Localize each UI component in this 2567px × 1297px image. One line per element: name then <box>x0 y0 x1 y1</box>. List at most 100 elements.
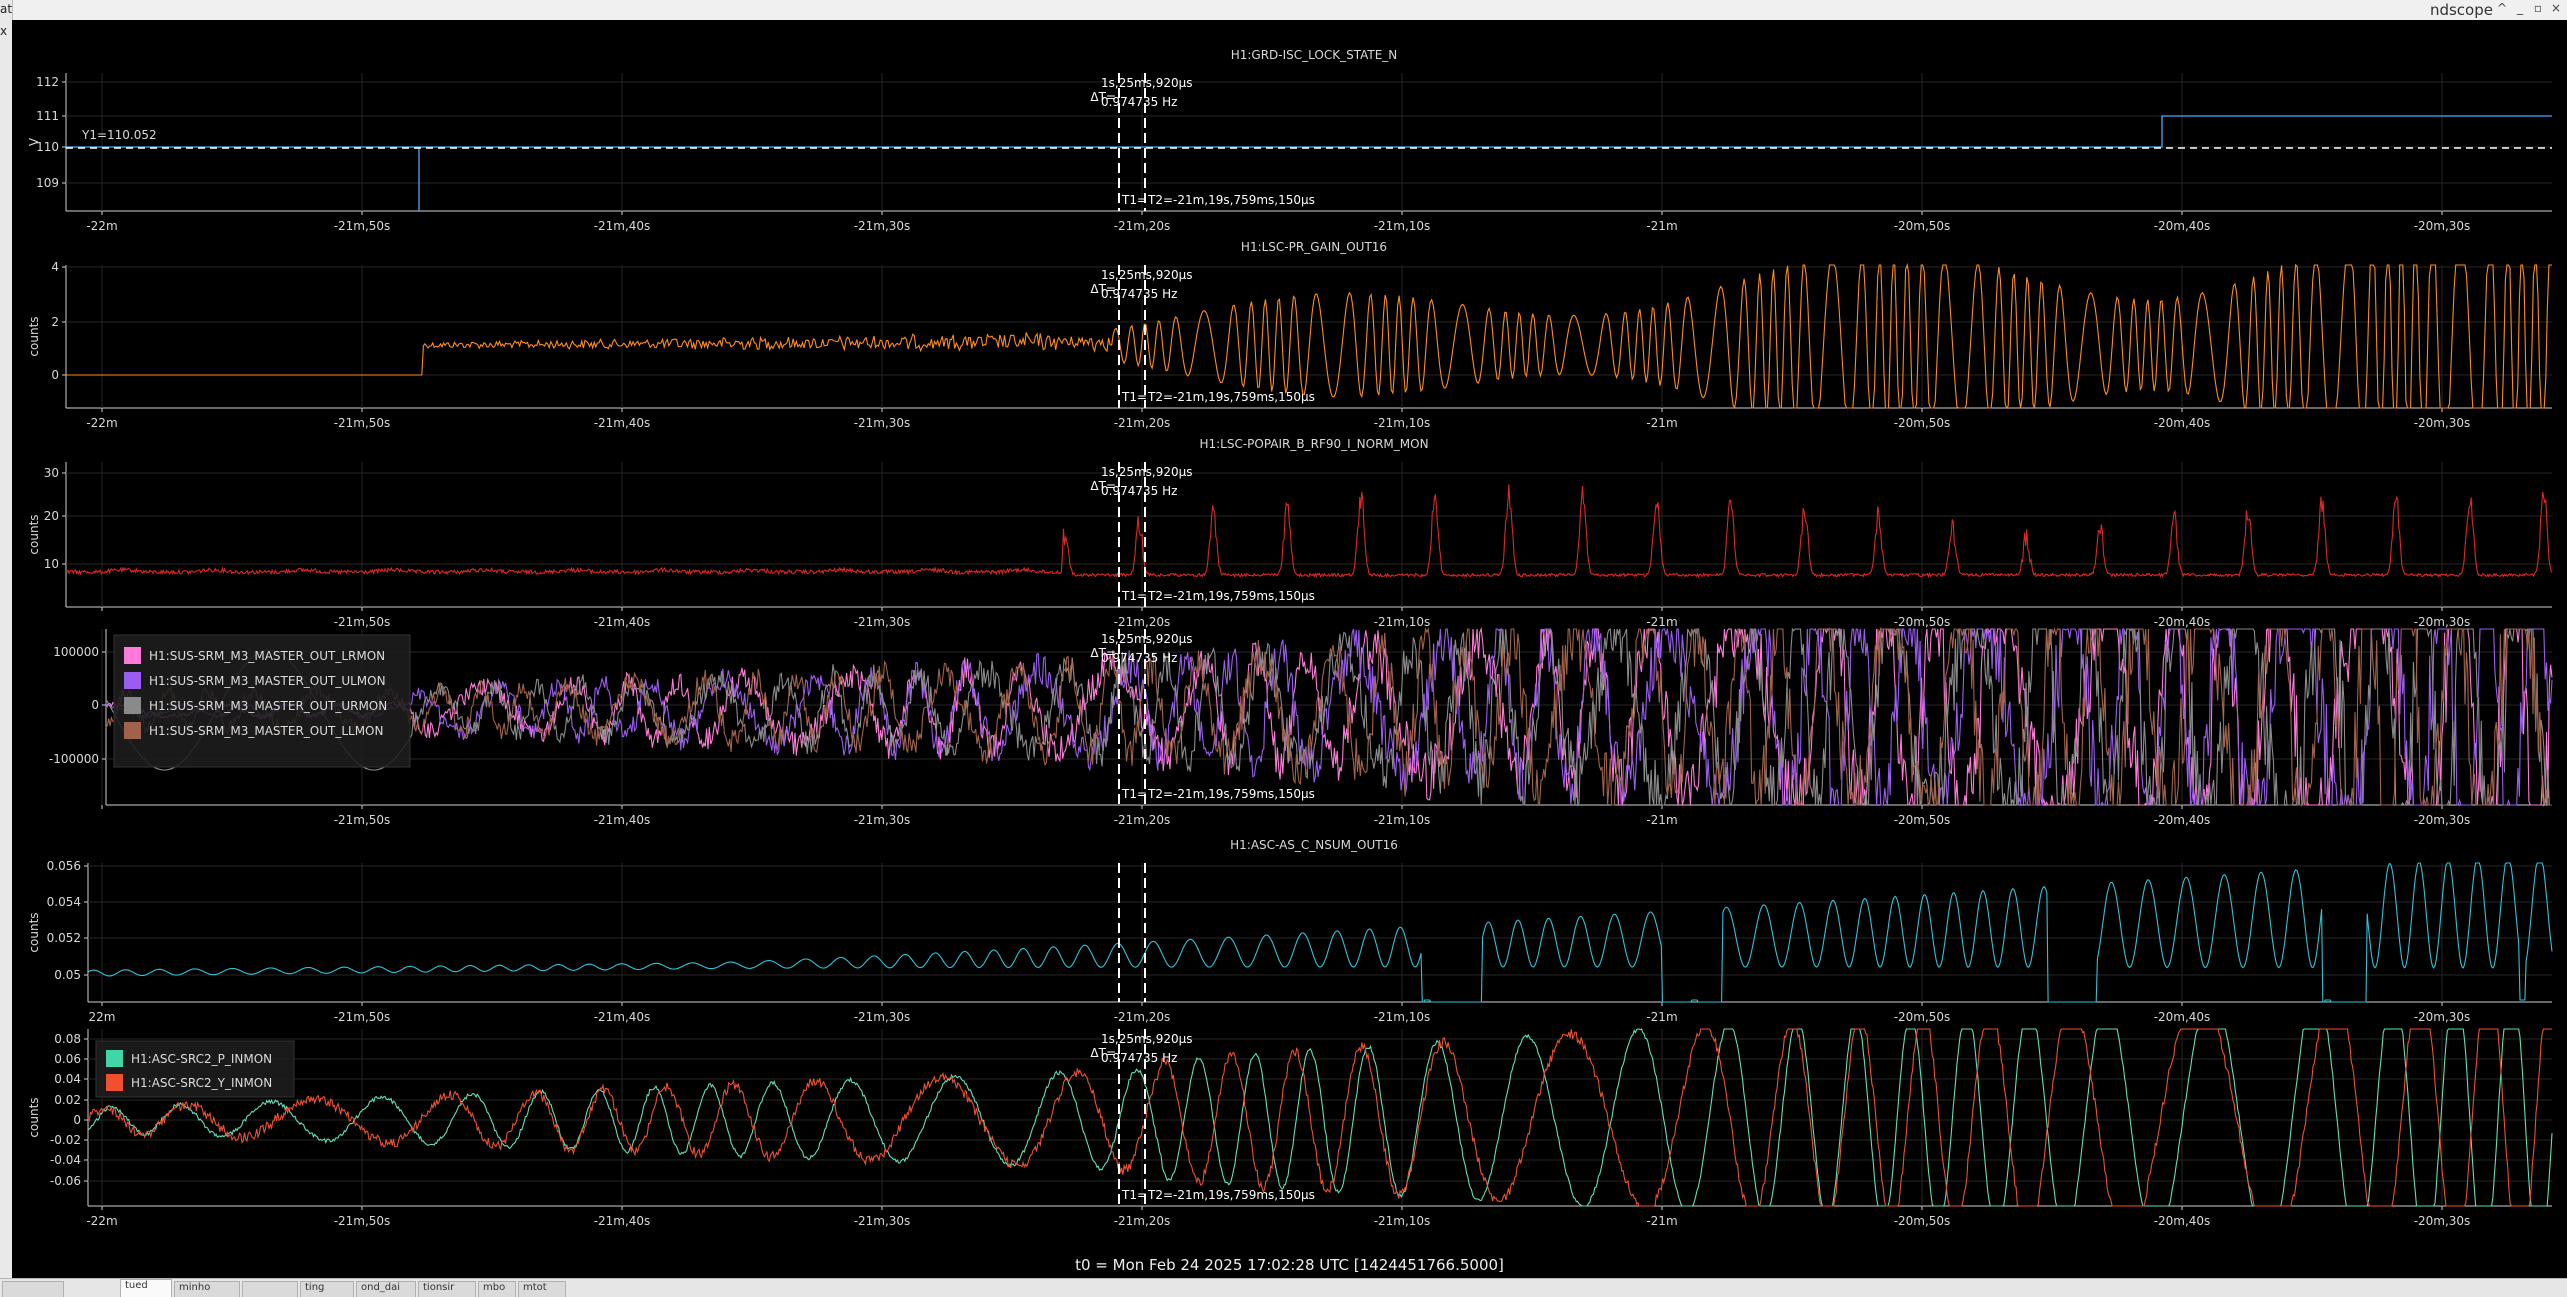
x-tick-label: -20m,40s <box>2154 615 2211 629</box>
x-tick-label: -21m <box>1646 1010 1677 1024</box>
y-tick-label: 0 <box>91 698 99 712</box>
ndscope-plot-area[interactable]: 112 111 110 109 V H1:GRD-ISC_LOCK_STATE_N -22m… <box>12 20 2567 1278</box>
x-tick-label: -21m,30s <box>854 219 911 233</box>
y-axis-label: V <box>27 137 41 146</box>
legend-label: H1:SUS-SRM_M3_MASTER_OUT_LRMON <box>149 649 385 663</box>
x-tick-label: -21m,30s <box>854 416 911 430</box>
y-tick-label: 4 <box>51 260 59 274</box>
y-tick-label: 0.056 <box>47 859 81 873</box>
y-axis-label: counts <box>27 1097 41 1137</box>
x-tick-label: -20m,50s <box>1894 416 1951 430</box>
t1-label: T1= <box>1121 193 1147 207</box>
x-tick-label: -22m <box>86 1214 117 1228</box>
t1-label: T1= <box>1121 390 1147 404</box>
t2-label: T2=-21m,19s,759ms,150μs <box>1147 390 1315 404</box>
x-tick-label: -21m,40s <box>594 1214 651 1228</box>
window-close-button[interactable]: × <box>2547 1 2565 15</box>
x-tick-label: -20m,50s <box>1894 813 1951 827</box>
x-tick-label: -20m,30s <box>2414 416 2471 430</box>
x-tick-label: -20m,40s <box>2154 416 2211 430</box>
x-tick-label: -20m,40s <box>2154 1010 2211 1024</box>
y-tick-label: 2 <box>51 315 59 329</box>
x-tick-label: -20m,30s <box>2414 615 2471 629</box>
legend: H1:SUS-SRM_M3_MASTER_OUT_LRMON H1:SUS-SRM… <box>113 634 411 768</box>
legend-swatch <box>106 1050 123 1067</box>
legend-swatch <box>124 647 141 664</box>
tab[interactable] <box>2 1281 64 1297</box>
trace-srm-3 <box>105 626 2552 807</box>
delta-t-value: 1s,25ms,920μs <box>1101 76 1193 90</box>
legend-label: H1:SUS-SRM_M3_MASTER_OUT_ULMON <box>149 674 386 688</box>
window-minimize-button[interactable]: _ <box>2511 1 2529 15</box>
x-tick-label: -21m <box>1646 1214 1677 1228</box>
delta-t-value: 1s,25ms,920μs <box>1101 632 1193 646</box>
x-tick-label: 22m <box>89 1010 116 1024</box>
x-tick-label: -20m,50s <box>1894 615 1951 629</box>
t1-label: T1= <box>1121 1188 1147 1202</box>
legend-label: H1:SUS-SRM_M3_MASTER_OUT_LLMON <box>149 724 383 738</box>
x-tick-label: -21m,40s <box>594 416 651 430</box>
x-tick-label: -21m,50s <box>334 813 391 827</box>
y-tick-label: 0 <box>73 1113 81 1127</box>
y-tick-label: -0.06 <box>50 1174 81 1188</box>
window-collapse-button[interactable]: ^ <box>2493 1 2511 15</box>
y-tick-label: -0.04 <box>50 1153 81 1167</box>
x-tick-label: -21m,50s <box>334 416 391 430</box>
x-tick-label: -21m,40s <box>594 1010 651 1024</box>
y-tick-label: 112 <box>36 75 59 89</box>
x-tick-label: -20m,30s <box>2414 1214 2471 1228</box>
delta-t-value: 1s,25ms,920μs <box>1101 1032 1193 1046</box>
delta-t-frequency: 0.974735 Hz <box>1101 651 1177 665</box>
plot-panel[interactable]: 4 2 0 counts H1:LSC-PR_GAIN_OUT16 -22m -21m,50… <box>27 240 2552 430</box>
x-tick-label: -20m,40s <box>2154 1214 2211 1228</box>
x-tick-label: -20m,40s <box>2154 813 2211 827</box>
plot-panel[interactable]: 0.056 0.054 0.052 0.05 counts H1:ASC-AS_C_NSU… <box>27 838 2553 1024</box>
window-maximize-button[interactable]: ▫ <box>2529 1 2547 15</box>
x-tick-label: -20m,30s <box>2414 813 2471 827</box>
tab[interactable]: ond_dai <box>356 1281 416 1297</box>
x-tick-label: -21m,10s <box>1374 615 1431 629</box>
x-tick-label: -21m,40s <box>594 219 651 233</box>
x-tick-label: -21m,10s <box>1374 813 1431 827</box>
x-tick-label: -22m <box>86 219 117 233</box>
panel-title: H1:LSC-POPAIR_B_RF90_I_NORM_MON <box>1199 437 1428 451</box>
x-tick-label: -21m,10s <box>1374 219 1431 233</box>
t2-label: T2=-21m,19s,759ms,150μs <box>1147 193 1315 207</box>
x-tick-label: -21m,30s <box>854 1214 911 1228</box>
legend-label: H1:SUS-SRM_M3_MASTER_OUT_URMON <box>149 699 387 713</box>
plot-panel[interactable]: 112111110109VH1:GRD-ISC_LOCK_STATE_N-22m… <box>27 48 2552 233</box>
x-tick-label: -21m,50s <box>334 1214 391 1228</box>
tab[interactable]: tued <box>120 1279 172 1297</box>
plot-panel[interactable]: 100000 0 -100000 -21m,50s -21m,40s -21m,30s -2… <box>49 626 2553 827</box>
delta-t-frequency: 0.974735 Hz <box>1101 95 1177 109</box>
y-tick-label: 0.06 <box>54 1052 81 1066</box>
x-tick-label: -21m,30s <box>854 1010 911 1024</box>
trace-popair-rf90 <box>65 484 2553 578</box>
x-tick-label: -20m,50s <box>1894 1010 1951 1024</box>
y-tick-label: 0 <box>51 368 59 382</box>
window-titlebar: ndscope ^ _ ▫ × <box>0 0 2567 21</box>
y-tick-label: 0.04 <box>54 1072 81 1086</box>
tab[interactable]: mtot <box>518 1281 566 1297</box>
x-tick-label: -21m,10s <box>1374 1010 1431 1024</box>
t0-label: t0 = Mon Feb 24 2025 17:02:28 UTC [14244… <box>1075 1256 1504 1274</box>
plots-canvas[interactable]: 112111110109VH1:GRD-ISC_LOCK_STATE_N-22m… <box>12 20 2567 1256</box>
plot-panel[interactable]: 30 20 10counts H1:LSC-POPAIR_B_RF90_I_NORM_… <box>27 437 2553 629</box>
tab[interactable]: mbo <box>478 1281 516 1297</box>
x-tick-label: -21m,20s <box>1114 1010 1171 1024</box>
tab[interactable]: minho <box>174 1281 240 1297</box>
tab[interactable]: tionsir <box>418 1281 476 1297</box>
delta-t-frequency: 0.974735 Hz <box>1101 484 1177 498</box>
x-tick-label: -22m <box>86 416 117 430</box>
tab[interactable]: ting <box>300 1281 354 1297</box>
plot-panel[interactable]: 0.08 0.06 0.04 0.02 0 -0.02 -0.04 -0.06 counts -2… <box>27 1028 2553 1228</box>
x-tick-label: -21m <box>1646 219 1677 233</box>
panel-title: H1:LSC-PR_GAIN_OUT16 <box>1241 240 1387 254</box>
tab[interactable] <box>242 1281 298 1297</box>
y-tick-label: 20 <box>44 509 59 523</box>
x-tick-label: -21m,30s <box>854 615 911 629</box>
legend-swatch <box>124 722 141 739</box>
delta-t-frequency: 0.974735 Hz <box>1101 287 1177 301</box>
legend-label: H1:ASC-SRC2_Y_INMON <box>131 1076 272 1090</box>
x-tick-label: -21m <box>1646 416 1677 430</box>
